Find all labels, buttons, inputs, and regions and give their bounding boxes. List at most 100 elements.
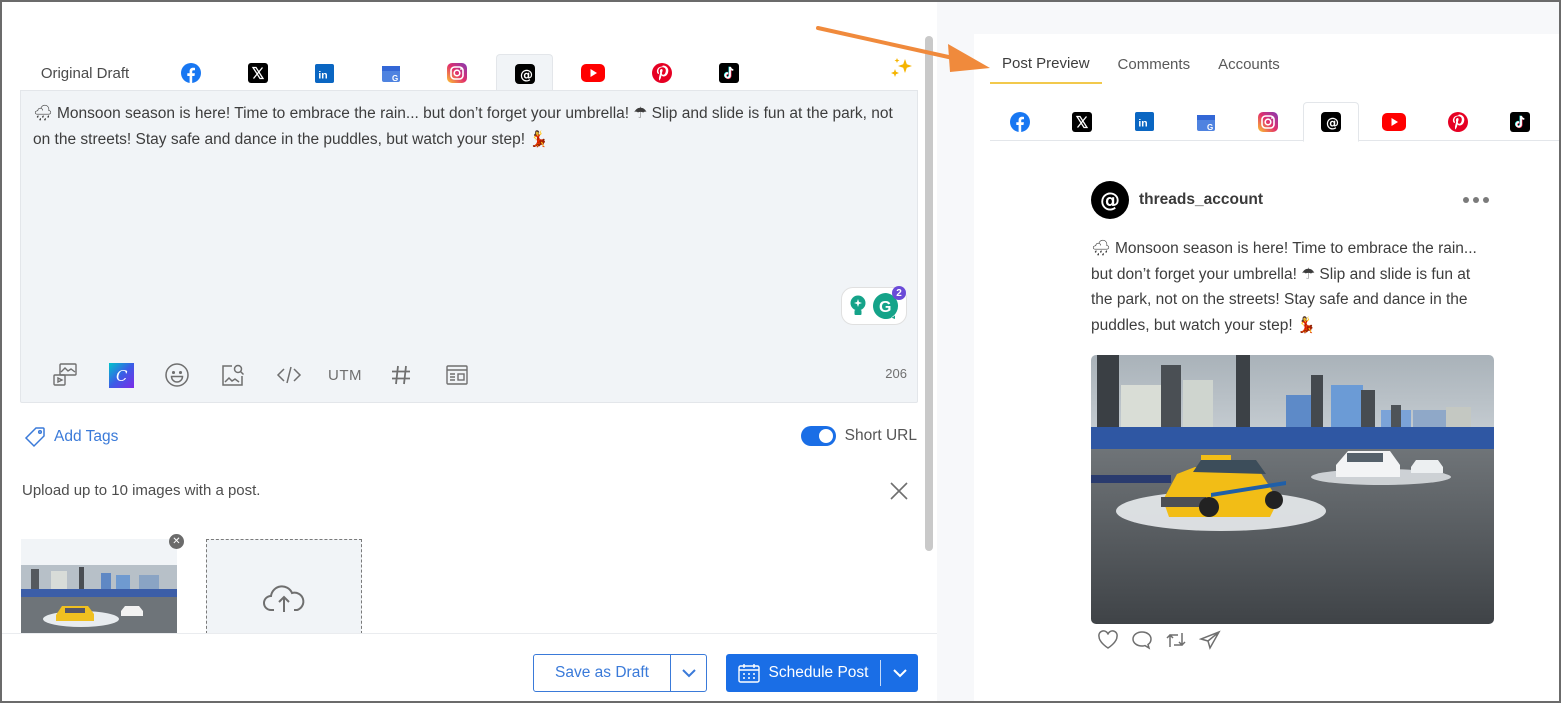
tab-x[interactable]	[237, 54, 279, 92]
save-draft-dropdown[interactable]	[670, 655, 706, 691]
tab-instagram[interactable]	[436, 54, 478, 92]
flooded-street-photo	[1091, 355, 1494, 624]
post-header: @ threads_account	[1091, 180, 1495, 220]
post-editor[interactable]: 🌧 Monsoon season is here! Time to embrac…	[20, 90, 918, 403]
facebook-icon	[181, 63, 201, 83]
schedule-post-dropdown[interactable]	[881, 654, 918, 692]
chevron-down-icon	[892, 668, 907, 677]
cloud-upload-icon	[263, 585, 305, 612]
repost-icon[interactable]	[1163, 628, 1189, 652]
more-options-icon[interactable]	[1463, 197, 1489, 203]
emoji-icon[interactable]	[149, 359, 205, 391]
pinterest-icon	[1448, 111, 1468, 132]
preview-tab-x[interactable]	[1054, 102, 1110, 141]
preview-tab-youtube[interactable]	[1366, 102, 1422, 141]
composer-panel: Original Draft in G @ 🌧 Monsoon season i…	[2, 2, 937, 701]
svg-text:G: G	[392, 74, 398, 83]
comment-icon[interactable]	[1129, 628, 1155, 652]
post-text-input[interactable]: 🌧 Monsoon season is here! Time to embrac…	[33, 101, 897, 153]
threads-post-preview: @ threads_account 🌧 Monsoon season is he…	[1091, 180, 1495, 652]
uploaded-image-thumbnail[interactable]	[21, 539, 177, 634]
instagram-icon	[447, 63, 467, 83]
tiktok-icon	[719, 63, 739, 83]
grammarly-widget[interactable]: G 2	[841, 286, 907, 325]
tab-linkedin[interactable]: in	[303, 54, 345, 92]
preview-network-tabs: in G @	[990, 102, 1559, 142]
short-url-toggle[interactable]	[800, 426, 836, 446]
pinterest-icon	[652, 63, 672, 83]
svg-text:G: G	[879, 299, 891, 316]
schedule-post-button-group: Schedule Post	[726, 654, 918, 692]
instagram-icon	[1258, 111, 1278, 132]
svg-text:C: C	[116, 367, 128, 385]
preview-tab-threads[interactable]: @	[1303, 102, 1359, 142]
tab-original-draft[interactable]: Original Draft	[20, 54, 150, 92]
grammarly-badge: 2	[892, 286, 906, 300]
svg-text:@: @	[520, 68, 533, 83]
x-icon	[1072, 111, 1092, 132]
utm-button[interactable]: UTM	[317, 359, 373, 391]
remove-image-button[interactable]: ✕	[169, 534, 184, 549]
media-library-icon[interactable]	[37, 359, 93, 391]
hashtag-icon[interactable]	[373, 359, 429, 391]
preview-tabs: Post Preview Comments Accounts	[990, 44, 1296, 84]
tab-post-preview[interactable]: Post Preview	[990, 44, 1102, 84]
heart-icon[interactable]	[1095, 628, 1121, 652]
tab-accounts[interactable]: Accounts	[1206, 44, 1292, 84]
chevron-down-icon	[681, 668, 696, 677]
svg-text:@: @	[1326, 116, 1339, 131]
schedule-post-button[interactable]: Schedule Post	[726, 654, 880, 692]
character-count: 206	[885, 366, 907, 381]
preview-panel: Post Preview Comments Accounts in G @ @ …	[974, 34, 1559, 701]
preview-tab-tiktok[interactable]	[1492, 102, 1548, 141]
svg-text:in: in	[318, 70, 327, 81]
panel-divider	[937, 2, 974, 701]
avatar: @	[1091, 181, 1129, 219]
tab-facebook[interactable]	[170, 54, 212, 92]
svg-text:in: in	[1138, 118, 1147, 129]
tab-tiktok[interactable]	[708, 54, 750, 92]
sparkles-icon[interactable]	[889, 56, 915, 86]
preview-tab-google-business[interactable]: G	[1178, 102, 1234, 141]
google-business-icon: G	[382, 66, 400, 83]
svg-text:@: @	[1100, 188, 1120, 212]
save-draft-button[interactable]: Save as Draft	[534, 655, 670, 691]
composer-footer: Save as Draft Schedule Post	[2, 633, 937, 701]
flooded-street-image	[21, 565, 177, 634]
upload-dropzone[interactable]	[206, 539, 362, 634]
account-name: threads_account	[1139, 191, 1264, 208]
canva-button[interactable]: C	[93, 359, 149, 391]
network-tabs: Original Draft in G @	[20, 54, 917, 92]
code-icon[interactable]	[261, 359, 317, 391]
image-search-icon[interactable]	[205, 359, 261, 391]
preview-tab-pinterest[interactable]	[1430, 102, 1486, 141]
preview-tab-instagram[interactable]	[1240, 102, 1296, 141]
tiktok-icon	[1510, 111, 1530, 132]
preview-tab-facebook[interactable]	[992, 102, 1048, 141]
tab-pinterest[interactable]	[641, 54, 683, 92]
post-image	[1091, 355, 1494, 624]
post-actions	[1095, 628, 1495, 652]
tab-youtube[interactable]	[572, 54, 614, 92]
grammarly-icon: G 2	[872, 286, 906, 320]
google-business-icon: G	[1197, 114, 1215, 132]
editor-toolbar: C UTM	[37, 359, 485, 391]
threads-icon: @	[1321, 112, 1341, 132]
share-icon[interactable]	[1197, 628, 1223, 652]
composer-scrollbar[interactable]	[925, 36, 933, 551]
add-tags-button[interactable]: Add Tags	[24, 426, 118, 448]
lightbulb-icon	[850, 295, 866, 315]
save-draft-button-group: Save as Draft	[533, 654, 707, 692]
short-url-label: Short URL	[844, 427, 917, 444]
tab-threads[interactable]: @	[496, 54, 553, 92]
svg-text:G: G	[1207, 123, 1213, 132]
close-icon[interactable]	[888, 480, 910, 502]
short-url-control: Short URL	[800, 426, 917, 446]
template-icon[interactable]	[429, 359, 485, 391]
preview-tab-linkedin[interactable]: in	[1116, 102, 1172, 141]
tab-comments[interactable]: Comments	[1106, 44, 1203, 84]
x-icon	[248, 63, 268, 83]
youtube-icon	[581, 64, 605, 82]
tab-google-business[interactable]: G	[370, 54, 412, 92]
linkedin-icon: in	[314, 63, 334, 83]
